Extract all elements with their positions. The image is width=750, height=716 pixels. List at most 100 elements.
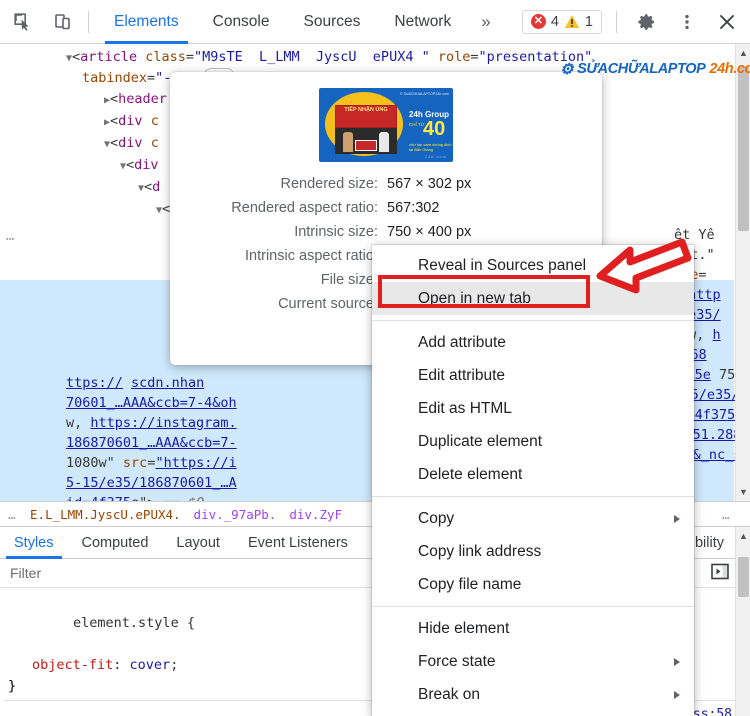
breadcrumb-item-article[interactable]: E.L_LMM.JyscU.ePUX4. (30, 507, 181, 522)
warning-count: 1 (584, 13, 593, 30)
css-value[interactable]: cover (130, 657, 171, 673)
image-thumbnail-preview: TIẾP NHẬN ỦNG 24h Group CHỈ TỪ 40 chứ lạ… (319, 88, 453, 162)
thumb-person-right (379, 132, 389, 152)
dom-tree-scrollbar[interactable]: ▲ ▼ (735, 44, 750, 501)
breadcrumb-ellipsis-right[interactable]: … (722, 507, 731, 522)
menu-item-add-attribute[interactable]: Add attribute (372, 326, 694, 359)
menu-divider (372, 320, 694, 321)
context-menu[interactable]: Reveal in Sources panel Open in new tab … (372, 245, 694, 716)
metadata-row: Rendered aspect ratio: 567:302 (180, 196, 592, 220)
thumb-handover-box (355, 140, 377, 151)
thumb-top-credit: © SUACHUALAPTOP24h.com (399, 92, 449, 96)
styles-panel-scrollbar[interactable]: ▲ (735, 527, 750, 716)
tab-elements[interactable]: Elements (97, 0, 196, 44)
tab-styles[interactable]: Styles (0, 527, 68, 559)
styles-scroll-thumb[interactable] (738, 557, 749, 597)
gear-logo-icon: ⚙ (560, 61, 574, 78)
metadata-label (180, 340, 387, 364)
metadata-row: Intrinsic size: 750 × 400 px (180, 220, 592, 244)
panel-tabs: Elements Console Sources Network » (97, 0, 504, 44)
device-toolbar-icon[interactable] (46, 5, 80, 39)
menu-item-break-on-label: Break on (418, 685, 481, 703)
menu-divider (372, 496, 694, 497)
tab-console[interactable]: Console (196, 0, 287, 44)
metadata-row: Rendered size: 567 × 302 px (180, 172, 592, 196)
css-property[interactable]: object-fit (32, 657, 113, 673)
menu-item-copy-file-name[interactable]: Copy file name (372, 568, 694, 601)
css-selector[interactable]: element.style { (73, 615, 195, 631)
watermark-part1: SỬACHỮALAPTOP (577, 61, 706, 77)
dom-line-div-1[interactable]: ▶<div c (100, 112, 159, 133)
toolbar-right-group: ✕ 4 1 (521, 5, 750, 39)
issue-counters[interactable]: ✕ 4 1 (521, 9, 602, 34)
breadcrumb-item-div-zyf[interactable]: div.ZyF (289, 507, 342, 522)
more-tabs-chevron[interactable]: » (468, 0, 503, 44)
thumb-bottom-credit: 24h.com (424, 154, 447, 159)
tab-event-listeners[interactable]: Event Listeners (234, 527, 362, 559)
metadata-label: Rendered size: (280, 176, 378, 192)
metadata-value: 750 × 400 px (387, 224, 472, 240)
menu-item-hide-element[interactable]: Hide element (372, 612, 694, 645)
menu-item-copy-label: Copy (418, 509, 455, 527)
metadata-label: Intrinsic aspect ratio: (245, 248, 378, 264)
metadata-label: File size: (320, 272, 378, 288)
breadcrumb-item-div-97apb[interactable]: div._97aPb. (194, 507, 277, 522)
menu-item-copy[interactable]: Copy (372, 502, 694, 535)
dom-fragment-left-1: w, https://instagram. (66, 415, 237, 431)
dom-fragment-left-2: 186870601_…AAA&ccb=7- (66, 435, 237, 451)
dom-ellipsis-marker: ⋯ (6, 231, 16, 247)
menu-item-force-state[interactable]: Force state (372, 645, 694, 678)
menu-item-force-state-label: Force state (418, 652, 496, 670)
metadata-label: Current source: (278, 296, 378, 312)
metadata-value: 567 × 302 px (387, 176, 472, 192)
dom-line-article[interactable]: ▼<article class="M9sTE L_LMM JyscU ePUX4… (62, 48, 592, 69)
dom-line-div-3[interactable]: ▼<div (116, 156, 159, 177)
menu-divider (372, 606, 694, 607)
breadcrumb-ellipsis-left[interactable]: … (8, 507, 17, 522)
tab-computed[interactable]: Computed (68, 527, 163, 559)
warning-icon (564, 14, 580, 29)
thumb-person-left (343, 132, 353, 152)
menu-item-duplicate-element[interactable]: Duplicate element (372, 425, 694, 458)
dom-fragment-left-top: ttps:// scdn.nhan (66, 375, 205, 391)
dom-line-div-2[interactable]: ▼<div c (100, 134, 159, 155)
dom-line-header[interactable]: ▶<header (100, 90, 167, 111)
filter-input[interactable]: Filter (10, 565, 41, 581)
metadata-value: 567:302 (387, 200, 440, 216)
menu-item-copy-link-address[interactable]: Copy link address (372, 535, 694, 568)
tab-layout[interactable]: Layout (162, 527, 234, 559)
close-icon[interactable] (710, 5, 744, 39)
scroll-down-arrow-icon[interactable]: ▼ (736, 483, 750, 501)
styles-scroll-up-arrow-icon[interactable]: ▲ (736, 527, 750, 545)
devtools-window: Elements Console Sources Network » ✕ 4 1 (0, 0, 750, 716)
error-icon: ✕ (530, 14, 546, 29)
menu-item-break-on[interactable]: Break on (372, 678, 694, 711)
kebab-menu-icon[interactable] (670, 5, 704, 39)
tab-network[interactable]: Network (377, 0, 468, 44)
toolbar-divider (88, 10, 89, 33)
dom-line-div-5[interactable]: ▼< (152, 200, 170, 221)
site-watermark: ⚙ SỬACHỮALAPTOP24h.com (560, 60, 750, 78)
submenu-arrow-icon (674, 514, 680, 523)
menu-item-edit-as-html[interactable]: Edit as HTML (372, 392, 694, 425)
thumb-sign-title: TIẾP NHẬN ỦNG (344, 107, 388, 113)
thumb-banner-text: TIẾP NHẬN ỦNG (335, 107, 397, 114)
tab-sources[interactable]: Sources (287, 0, 378, 44)
submenu-arrow-icon (674, 690, 680, 699)
watermark-part2: 24h.com (709, 61, 750, 77)
dom-line-div-4[interactable]: ▼<d (134, 178, 160, 199)
devtools-toolbar: Elements Console Sources Network » ✕ 4 1 (0, 0, 750, 44)
metadata-label: Rendered aspect ratio: (231, 200, 378, 216)
dom-scroll-thumb[interactable] (738, 66, 749, 231)
dom-fragment-left-4: 5-15/e35/186870601_…A (66, 475, 237, 491)
thumb-caption: chứ lạn cam chống dịch tại Bắc Giang (409, 142, 452, 152)
toggle-sidebar-icon[interactable] (710, 562, 730, 586)
menu-item-delete-element[interactable]: Delete element (372, 458, 694, 491)
menu-item-edit-attribute[interactable]: Edit attribute (372, 359, 694, 392)
inspect-element-icon[interactable] (6, 5, 40, 39)
gear-icon[interactable] (630, 5, 664, 39)
annotation-arrow-icon (596, 238, 692, 315)
metadata-label: Intrinsic size: (294, 224, 378, 240)
toolbar-divider-2 (616, 10, 617, 33)
thumb-discount-number: 40 (423, 118, 446, 140)
